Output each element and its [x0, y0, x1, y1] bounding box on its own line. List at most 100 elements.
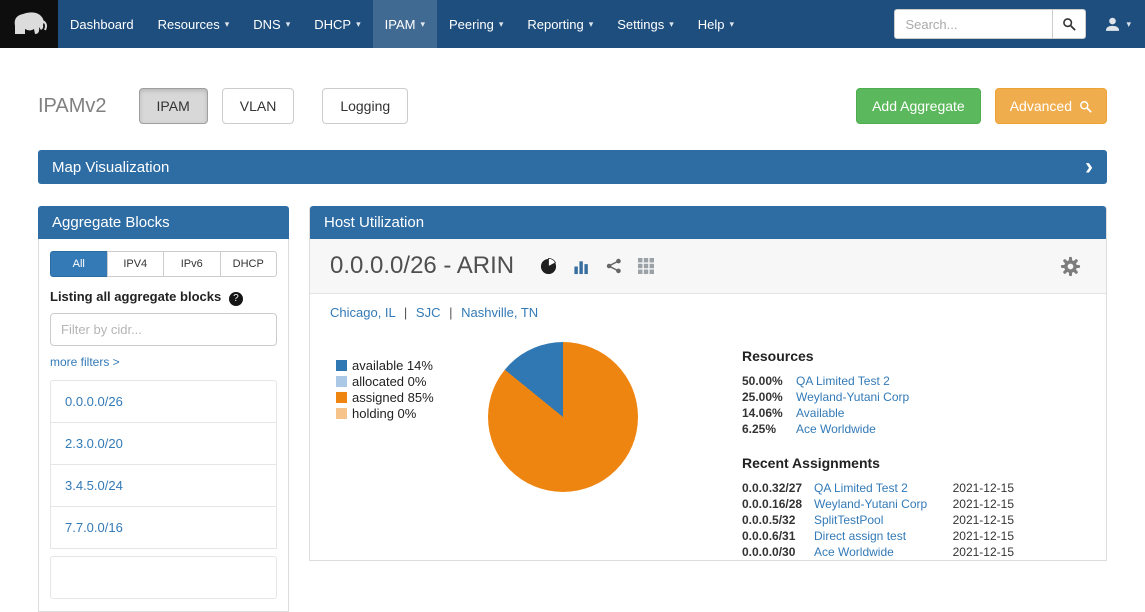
assignment-date: 2021-12-15 [953, 528, 1014, 544]
breadcrumb-link[interactable]: Nashville, TN [461, 305, 538, 320]
provision-logo[interactable] [0, 0, 58, 48]
assignment-cidr: 0.0.0.6/31 [742, 528, 814, 544]
tab-logging[interactable]: Logging [322, 88, 408, 124]
legend-swatch [336, 392, 347, 403]
legend-item[interactable]: available 14% [336, 358, 488, 373]
caret-down-icon: ▾ [499, 19, 504, 30]
assignment-link[interactable]: Direct assign test [814, 528, 906, 544]
assignment-link[interactable]: Weyland-Yutani Corp [814, 496, 927, 512]
legend-swatch [336, 360, 347, 371]
nav-item-peering[interactable]: Peering ▾ [437, 0, 515, 48]
bar-view-icon[interactable] [573, 258, 590, 275]
legend-item[interactable]: holding 0% [336, 406, 488, 421]
nav-label: Resources [158, 17, 220, 32]
user-icon [1104, 16, 1121, 33]
assignment-row: 0.0.0.6/31Direct assign test 2021-12-15 [742, 528, 1014, 544]
nav-item-dhcp[interactable]: DHCP ▾ [302, 0, 372, 48]
more-filters-link[interactable]: more filters > [50, 355, 120, 369]
resource-link[interactable]: Ace Worldwide [796, 421, 876, 437]
advanced-label: Advanced [1010, 98, 1072, 114]
search-button[interactable] [1052, 9, 1086, 39]
nav-item-help[interactable]: Help▾ [686, 0, 746, 48]
host-utilization-panel: Host Utilization 0.0.0.0/26 - ARIN [309, 206, 1107, 561]
breadcrumb-link[interactable]: Chicago, IL [330, 305, 395, 320]
filter-tab-ipv4[interactable]: IPV4 [107, 251, 165, 277]
assignment-date: 2021-12-15 [953, 544, 1014, 560]
caret-down-icon: ▾ [286, 19, 291, 30]
breadcrumb: Chicago, IL | SJC | Nashville, TN [310, 294, 1106, 326]
resource-row: 6.25%Ace Worldwide [742, 421, 1014, 437]
resource-percent: 50.00% [742, 373, 796, 389]
host-utilization-header: Host Utilization [310, 206, 1106, 239]
aggregate-block-link[interactable]: 0.0.0.0/26 [51, 381, 276, 423]
legend-label: assigned 85% [352, 390, 434, 405]
separator: | [404, 305, 407, 320]
aggregate-block-link[interactable]: 3.4.5.0/24 [51, 465, 276, 507]
help-icon[interactable]: ? [229, 292, 243, 306]
user-menu[interactable]: ▾ [1096, 0, 1145, 48]
resource-percent: 14.06% [742, 405, 796, 421]
map-visualization-panel[interactable]: Map Visualization › [38, 150, 1107, 184]
legend-swatch [336, 408, 347, 419]
assignment-link[interactable]: SplitTestPool [814, 512, 883, 528]
legend-item[interactable]: allocated 0% [336, 374, 488, 389]
nav-label: Peering [449, 17, 494, 32]
nav-item-resources[interactable]: Resources▾ [146, 0, 242, 48]
resource-link[interactable]: Weyland-Yutani Corp [796, 389, 909, 405]
legend-label: holding 0% [352, 406, 416, 421]
aggregate-block-link[interactable]: 2.3.0.0/20 [51, 423, 276, 465]
caret-down-icon: ▾ [420, 19, 425, 30]
caret-down-icon: ▾ [730, 19, 735, 30]
list-item: 7.7.0.0/16 [50, 506, 277, 549]
pie-legend: available 14% allocated 0% assigned 85% … [336, 358, 488, 560]
share-icon[interactable] [606, 258, 622, 274]
caret-down-icon: ▾ [356, 19, 361, 30]
assignment-cidr: 0.0.0.32/27 [742, 480, 814, 496]
nav-item-settings[interactable]: Settings▾ [605, 0, 686, 48]
assignment-row: 0.0.0.32/27QA Limited Test 22021-12-15 [742, 480, 1014, 496]
grid-view-icon[interactable] [638, 258, 654, 274]
legend-swatch [336, 376, 347, 387]
pie-chart[interactable] [488, 342, 638, 492]
nav-label: DHCP [314, 17, 351, 32]
cidr-filter-input[interactable] [50, 313, 277, 346]
resource-link[interactable]: Available [796, 405, 844, 421]
legend-label: allocated 0% [352, 374, 426, 389]
breadcrumb-link[interactable]: SJC [416, 305, 441, 320]
legend-item[interactable]: assigned 85% [336, 390, 488, 405]
nav-item-dns[interactable]: DNS ▾ [241, 0, 302, 48]
advanced-button[interactable]: Advanced [995, 88, 1107, 124]
nav-item-dashboard[interactable]: Dashboard [58, 0, 146, 48]
filter-tab-ipv6[interactable]: IPv6 [163, 251, 221, 277]
resource-row: 25.00%Weyland-Yutani Corp [742, 389, 1014, 405]
list-item [50, 556, 277, 599]
mammoth-logo-icon [9, 8, 49, 40]
assignment-link[interactable]: QA Limited Test 2 [814, 480, 908, 496]
aggregate-block-link[interactable]: 7.7.0.0/16 [51, 507, 276, 549]
caret-down-icon: ▾ [589, 19, 594, 30]
assignment-link[interactable]: Ace Worldwide [814, 544, 894, 560]
recent-assignments-heading: Recent Assignments [742, 455, 1014, 471]
resource-percent: 6.25% [742, 421, 796, 437]
chevron-right-icon[interactable]: › [1085, 153, 1093, 181]
block-toolbar: 0.0.0.0/26 - ARIN [310, 239, 1106, 294]
panel-title: Host Utilization [324, 214, 424, 231]
filter-tab-dhcp[interactable]: DHCP [220, 251, 278, 277]
gear-icon[interactable] [1059, 255, 1082, 278]
nav-label: DNS [253, 17, 280, 32]
list-item: 2.3.0.0/20 [50, 422, 277, 465]
nav-item-ipam[interactable]: IPAM ▾ [373, 0, 437, 48]
nav-label: IPAM [385, 17, 416, 32]
resource-percent: 25.00% [742, 389, 796, 405]
listing-label: Listing all aggregate blocks [50, 289, 221, 304]
tab-vlan[interactable]: VLAN [222, 88, 295, 124]
nav-item-reporting[interactable]: Reporting ▾ [515, 0, 605, 48]
search-input[interactable] [894, 9, 1052, 39]
tab-ipam[interactable]: IPAM [139, 88, 208, 124]
add-aggregate-button[interactable]: Add Aggregate [856, 88, 981, 124]
pie-view-icon[interactable] [540, 258, 557, 275]
filter-tab-all[interactable]: All [50, 251, 108, 277]
nav-label: Reporting [527, 17, 583, 32]
resource-link[interactable]: QA Limited Test 2 [796, 373, 890, 389]
aggregate-block-list: 0.0.0.0/26 2.3.0.0/20 3.4.5.0/24 7.7.0.0… [50, 380, 277, 599]
